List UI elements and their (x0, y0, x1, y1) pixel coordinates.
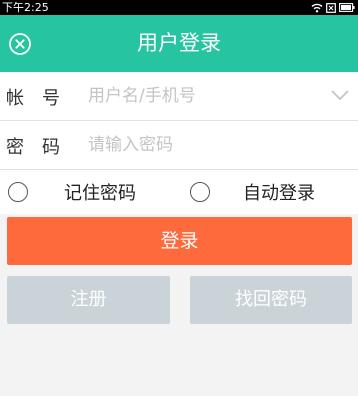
page-title: 用户登录 (137, 31, 221, 55)
account-label: 帐号 (6, 84, 60, 110)
login-button[interactable]: 登录 (7, 217, 352, 265)
account-row: 帐号 (0, 72, 358, 121)
chevron-down-icon[interactable] (330, 88, 350, 102)
password-label-char-2: 码 (42, 137, 60, 158)
sim-icon (326, 2, 336, 13)
remember-password-label: 记住密码 (64, 183, 136, 204)
register-button[interactable]: 注册 (7, 276, 170, 324)
auto-login-radio[interactable] (190, 182, 210, 202)
account-label-char-2: 号 (42, 88, 60, 109)
find-password-button[interactable]: 找回密码 (190, 276, 352, 324)
auto-login-option[interactable]: 自动登录 (190, 179, 315, 205)
remember-password-radio[interactable] (8, 182, 28, 202)
password-label-char-1: 密 (6, 137, 24, 158)
auto-login-label: 自动登录 (243, 183, 315, 204)
status-time: 下午2:25 (2, 1, 49, 14)
wifi-icon (311, 3, 323, 12)
password-input[interactable] (88, 131, 318, 159)
account-label-char-1: 帐 (6, 88, 24, 109)
password-label: 密码 (6, 133, 60, 159)
status-icons (311, 2, 355, 13)
account-input[interactable] (88, 82, 318, 110)
login-form: 帐号 密码 (0, 72, 358, 170)
title-bar: 用户登录 (0, 15, 358, 72)
remember-password-option[interactable]: 记住密码 (8, 179, 136, 205)
battery-icon (339, 3, 355, 12)
login-options: 记住密码 自动登录 (0, 170, 358, 214)
password-row: 密码 (0, 121, 358, 170)
status-bar: 下午2:25 (0, 0, 358, 15)
